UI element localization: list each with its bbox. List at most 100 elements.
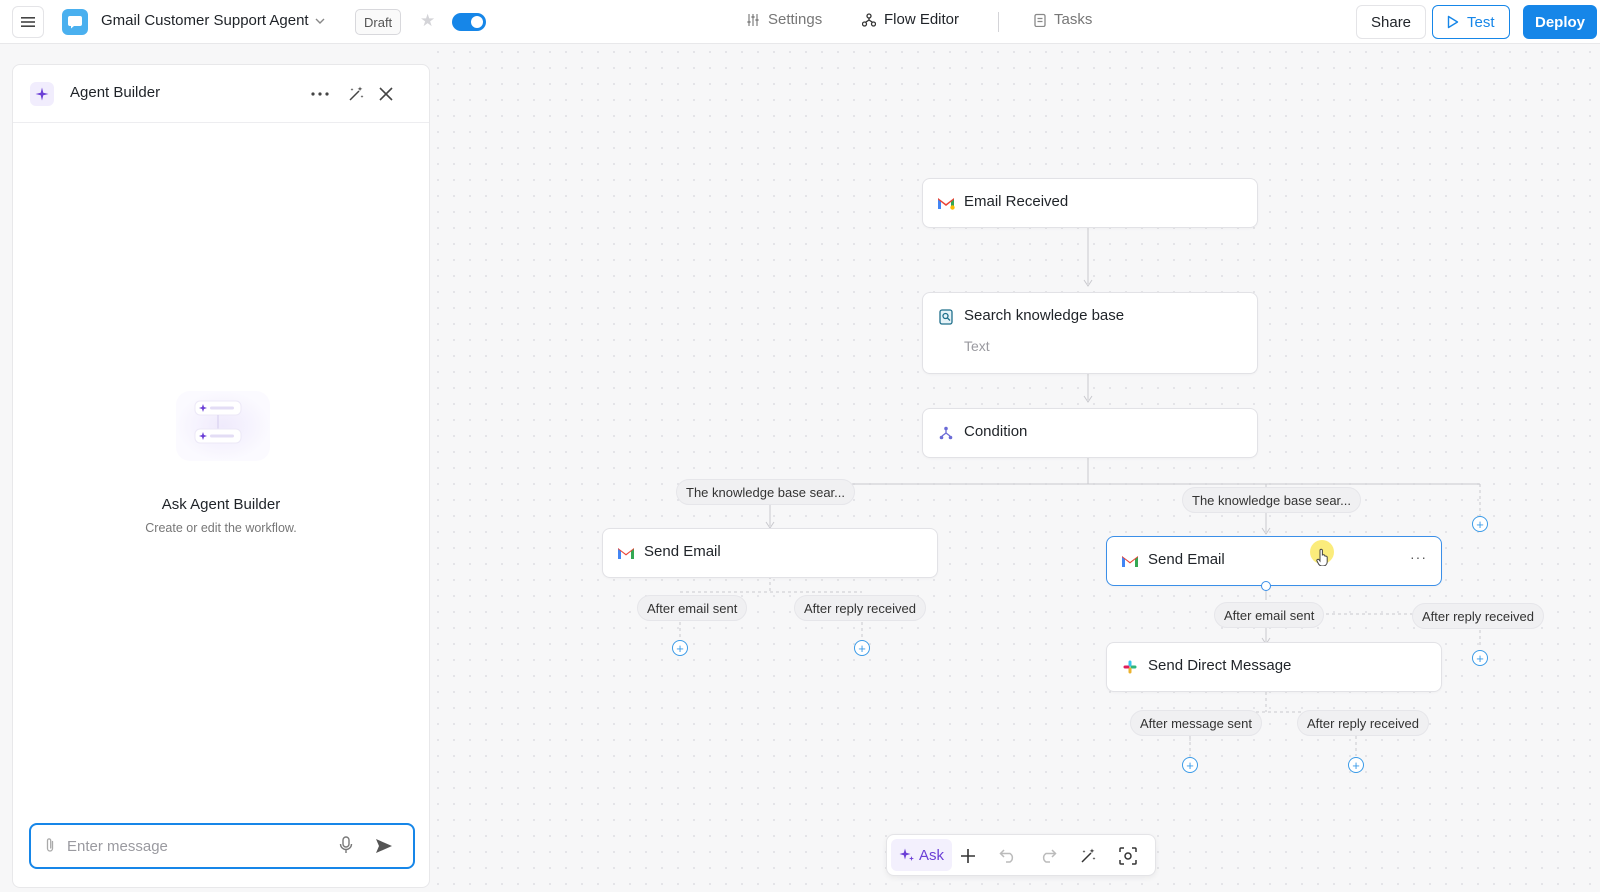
agent-builder-illustration [176,391,270,461]
plus-icon: + [1476,516,1484,532]
node-email-received[interactable]: Email Received [922,178,1258,228]
paperclip-icon [46,838,54,852]
play-icon [1447,15,1459,29]
empty-state-subtitle: Create or edit the workflow. [145,521,297,535]
sliders-icon [747,13,759,26]
ask-button[interactable]: Ask [891,839,953,871]
panel-header: Agent Builder [13,65,429,123]
branch-label-left[interactable]: The knowledge base sear... [676,479,855,505]
redo-button[interactable] [1035,843,1061,869]
add-icon [961,849,975,863]
node-send-email-left[interactable]: Send Email [602,528,938,578]
clean-up-button[interactable] [343,81,369,107]
path-label[interactable]: After reply received [1297,710,1429,736]
microphone-icon [339,836,353,853]
path-label[interactable]: After reply received [1412,603,1544,629]
tidy-up-button[interactable] [1075,843,1101,869]
tab-settings-label: Settings [768,11,823,28]
path-label[interactable]: After message sent [1130,710,1262,736]
gmail-trigger-icon [937,195,955,211]
redo-icon [1042,849,1057,863]
menu-button[interactable] [12,6,44,38]
chevron-down-icon [315,18,325,24]
path-label[interactable]: After email sent [1214,602,1325,628]
node-condition[interactable]: Condition [922,408,1258,458]
path-label[interactable]: After email sent [637,595,748,621]
send-icon [376,839,392,853]
add-step-button[interactable]: + [672,640,688,656]
node-subtitle: Text [964,338,990,354]
flow-canvas[interactable]: Email Received Search knowledge base Tex… [430,44,1600,892]
condition-branch-icon [937,425,955,441]
path-label[interactable]: After reply received [794,595,926,621]
tab-flow-editor[interactable]: Flow Editor [862,11,959,28]
hamburger-icon [21,17,35,27]
hand-cursor-icon [1316,548,1328,566]
share-button[interactable]: Share [1356,5,1427,39]
node-send-email-right[interactable]: Send Email ··· [1106,536,1442,586]
clipboard-icon [1034,13,1046,27]
flow-icon [862,12,876,27]
test-button[interactable]: Test [1432,5,1510,39]
more-horizontal-icon [311,92,329,96]
add-node-button[interactable] [955,843,981,869]
message-composer [29,823,415,869]
sparkle-icon [899,848,914,861]
flow-edges [679,228,1481,756]
close-panel-button[interactable] [373,81,399,107]
node-title: Send Email [644,543,721,560]
voice-input-button[interactable] [339,836,353,854]
nav-divider [998,12,999,32]
top-bar: Gmail Customer Support Agent Draft ★ Set… [0,0,1600,44]
slack-icon [1121,659,1139,675]
plus-icon: + [858,640,866,656]
plus-icon: + [1186,757,1194,773]
empty-state-title: Ask Agent Builder [161,496,281,513]
undo-button[interactable] [995,843,1021,869]
message-input[interactable] [67,835,327,857]
undo-icon [999,849,1014,863]
knowledge-base-icon [937,309,955,325]
add-step-button[interactable]: + [1472,650,1488,666]
test-button-label: Test [1467,13,1495,31]
chat-bubble-icon [68,16,82,29]
plus-icon: + [1476,650,1484,666]
agent-builder-panel: Agent Builder Ask Agent Builder Create o… [12,64,430,888]
focus-icon [1119,847,1137,865]
sparkle-icon [30,82,54,106]
gmail-icon [617,545,635,561]
app-title: Gmail Customer Support Agent [101,12,309,29]
add-step-button[interactable]: + [1182,757,1198,773]
add-step-button[interactable]: + [1348,757,1364,773]
star-icon[interactable]: ★ [420,11,435,31]
magic-wand-icon [349,86,364,101]
add-step-button[interactable]: + [1472,516,1488,532]
more-options-button[interactable] [307,81,333,107]
app-icon [62,9,88,35]
panel-title: Agent Builder [70,84,161,101]
canvas-toolbar: Ask [886,834,1156,876]
deploy-button[interactable]: Deploy [1523,5,1597,39]
attach-button[interactable] [45,837,55,853]
fit-view-button[interactable] [1115,843,1141,869]
node-send-direct-message[interactable]: Send Direct Message [1106,642,1442,692]
close-icon [379,87,393,101]
node-title: Send Email [1148,551,1225,568]
connection-handle[interactable] [1261,581,1271,591]
send-button[interactable] [375,838,393,854]
plus-icon: + [676,640,684,656]
branch-label-right[interactable]: The knowledge base sear... [1182,487,1361,513]
app-title-dropdown[interactable]: Gmail Customer Support Agent [101,12,325,29]
tab-settings[interactable]: Settings [746,11,822,28]
add-step-button[interactable]: + [854,640,870,656]
agent-toggle[interactable] [452,13,486,31]
plus-icon: + [1352,757,1360,773]
node-more-button[interactable]: ··· [1410,549,1427,565]
status-badge: Draft [355,9,402,35]
tab-tasks-label: Tasks [1054,11,1093,28]
node-search-knowledge-base[interactable]: Search knowledge base Text [922,292,1258,374]
node-title: Email Received [964,193,1069,210]
node-title: Search knowledge base [964,307,1125,324]
ask-button-label: Ask [919,846,945,864]
tab-tasks[interactable]: Tasks [1034,11,1092,28]
